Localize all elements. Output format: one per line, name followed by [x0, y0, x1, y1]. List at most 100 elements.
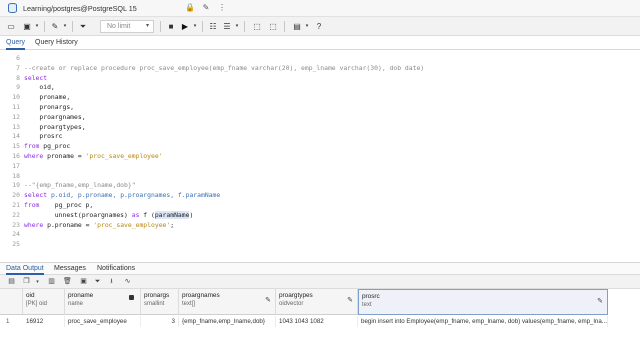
table-cell-prosrc[interactable]: begin insert into Employee(emp_fname, em…	[358, 316, 608, 327]
explain-dropdown-icon[interactable]: ▾	[234, 20, 240, 33]
tab-messages[interactable]: Messages	[54, 264, 86, 275]
row-number[interactable]: 1	[0, 316, 23, 327]
copy-dropdown-icon[interactable]: ▾	[32, 277, 43, 287]
macros-dropdown-icon[interactable]: ▾	[304, 20, 310, 33]
results-grid: oid [PK] oid proname name pronargs small…	[0, 289, 640, 360]
column-type: [PK] oid	[26, 301, 48, 307]
line-number: 17	[12, 161, 20, 170]
more-icon[interactable]: ⋮	[217, 3, 227, 13]
editor-line[interactable]: 23 where p.proname = 'proc_save_employee'…	[0, 220, 640, 230]
help-icon[interactable]: ?	[314, 20, 324, 33]
editor-line[interactable]: 22 unnest(proargnames) as f (paramName)	[0, 210, 640, 220]
copy-icon[interactable]: ❐	[21, 277, 32, 287]
code-token: proargnames,	[24, 112, 86, 121]
lock-icon[interactable]: 🔒	[185, 3, 195, 13]
results-tabs: Data Output Messages Notifications	[0, 262, 640, 275]
code-token: 'proc_save_employee'	[85, 152, 163, 160]
editor-line[interactable]: 18	[0, 171, 640, 181]
add-row-icon[interactable]: ▤	[6, 277, 17, 287]
filter-icon[interactable]: ⏷	[78, 20, 88, 33]
save-dropdown-icon[interactable]: ▾	[34, 20, 40, 33]
tab-data-output[interactable]: Data Output	[6, 264, 44, 275]
editor-line[interactable]: 9 oid,	[0, 82, 640, 92]
editor-line[interactable]: 8 select	[0, 73, 640, 83]
execute-icon[interactable]: ▶	[180, 20, 190, 33]
column-name: proargnames	[182, 292, 220, 299]
query-toolbar: ▭ ▣ ▾ ✎ ▾ ⏷ No limit ▾ ■ ▶ ▾ ☷ ☰ ▾ ⬚ ⬚ ▤…	[0, 17, 640, 36]
column-type: oidvector	[279, 301, 304, 307]
editor-line[interactable]: 19 --"{emp_fname,emp_lname,dob}"	[0, 180, 640, 190]
rollback-icon[interactable]: ⬚	[268, 20, 278, 33]
download-icon[interactable]: ⭳	[106, 277, 117, 287]
tab-query-history[interactable]: Query History	[35, 38, 78, 50]
filter-rows-icon[interactable]: ⏷	[92, 277, 103, 287]
sql-editor[interactable]: 6 7 --create or replace procedure proc_sav…	[0, 50, 640, 260]
column-header-proargtypes[interactable]: proargtypes oidvector ✎	[276, 289, 358, 315]
code-token: from	[24, 142, 40, 151]
editor-line[interactable]: 14 prosrc	[0, 131, 640, 141]
column-type: text	[362, 302, 372, 308]
column-header-oid[interactable]: oid [PK] oid	[23, 289, 65, 315]
editor-line[interactable]: 20 select p.oid, p.proname, p.proargnames…	[0, 190, 640, 200]
column-type: smallint	[144, 301, 165, 307]
stop-icon[interactable]: ■	[166, 20, 176, 33]
code-token: paramName	[154, 210, 190, 219]
editor-line[interactable]: 12 proargnames,	[0, 112, 640, 122]
edit-dropdown-icon[interactable]: ▾	[62, 20, 68, 33]
editor-line[interactable]: 11 pronargs,	[0, 102, 640, 112]
pencil-icon[interactable]: ✎	[265, 296, 271, 304]
pencil-icon[interactable]: ✎	[597, 297, 603, 305]
column-header-prosrc[interactable]: prosrc text ✎	[358, 289, 608, 315]
editor-line[interactable]: 24	[0, 229, 640, 239]
open-file-icon[interactable]: ▭	[6, 20, 16, 33]
paste-icon[interactable]: ▥	[46, 277, 57, 287]
delete-icon[interactable]: 🗑	[62, 277, 73, 287]
column-header-proargnames[interactable]: proargnames text[] ✎	[179, 289, 276, 315]
tab-notifications[interactable]: Notifications	[97, 264, 135, 275]
explain-analyze-icon[interactable]: ☰	[222, 20, 232, 33]
column-type: name	[68, 301, 84, 307]
line-number: 12	[12, 112, 20, 121]
column-header-pronargs[interactable]: pronargs smallint	[141, 289, 179, 315]
macros-icon[interactable]: ▤	[292, 20, 302, 33]
explain-icon[interactable]: ☷	[208, 20, 218, 33]
editor-line[interactable]: 10 proname,	[0, 92, 640, 102]
save-data-icon[interactable]: ▣	[78, 277, 89, 287]
code-token: unnest(proargnames)	[24, 210, 132, 219]
commit-icon[interactable]: ⬚	[252, 20, 262, 33]
editor-line[interactable]: 17	[0, 161, 640, 171]
code-token: select	[24, 73, 48, 82]
execute-dropdown-icon[interactable]: ▾	[192, 20, 198, 33]
table-cell-proname[interactable]: proc_save_employee	[65, 316, 141, 327]
code-text: --"{emp_fname,emp_lname,dob}"	[24, 180, 136, 190]
editor-line[interactable]: 7 --create or replace procedure proc_save…	[0, 63, 640, 73]
code-token: select	[24, 191, 48, 200]
line-number: 13	[12, 122, 20, 131]
editor-line[interactable]: 21 from pg_proc p,	[0, 200, 640, 210]
table-cell-proargtypes[interactable]: 1043 1043 1082	[276, 316, 358, 327]
edit-icon[interactable]: ✎	[201, 3, 211, 13]
column-header-proname[interactable]: proname name	[65, 289, 141, 315]
graph-icon[interactable]: ∿	[122, 277, 133, 287]
editor-line[interactable]: 13 proargtypes,	[0, 122, 640, 132]
code-token: proname,	[24, 93, 71, 102]
code-token: )	[189, 210, 194, 219]
row-limit-select[interactable]: No limit ▾	[100, 20, 154, 33]
table-cell-oid[interactable]: 16912	[23, 316, 65, 327]
editor-line[interactable]: 6	[0, 53, 640, 63]
code-text: where proname = 'proc_save_employee'	[24, 151, 163, 161]
edit-pen-icon[interactable]: ✎	[50, 20, 60, 33]
editor-line[interactable]: 15 from pg_proc	[0, 141, 640, 151]
line-number: 20	[12, 191, 20, 200]
editor-line[interactable]: 25	[0, 239, 640, 249]
tab-query[interactable]: Query	[6, 38, 26, 50]
query-tool-titlebar: Learning/postgres@PostgreSQL 15 🔒 ✎ ⋮	[0, 0, 640, 17]
save-icon[interactable]: ▣	[22, 20, 32, 33]
line-number: 10	[12, 93, 20, 102]
code-text: pronargs,	[24, 102, 74, 112]
editor-line[interactable]: 16 where proname = 'proc_save_employee'	[0, 151, 640, 161]
table-cell-pronargs[interactable]: 3	[141, 316, 179, 327]
table-cell-proargnames[interactable]: {emp_fname,emp_lname,dob}	[179, 316, 276, 327]
pencil-icon[interactable]: ✎	[347, 296, 353, 304]
line-number: 23	[12, 220, 20, 229]
